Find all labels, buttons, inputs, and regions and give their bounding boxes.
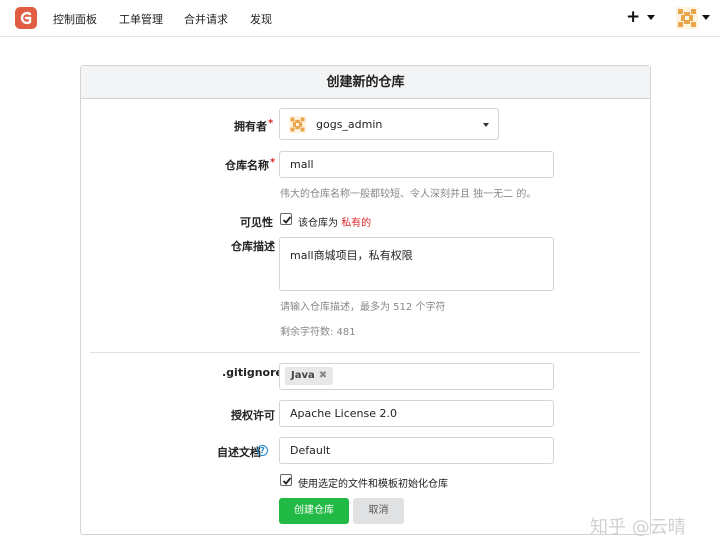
remove-tag-icon[interactable]: ✖ [319,370,327,381]
gogs-logo-icon[interactable] [14,6,38,30]
private-checkbox[interactable] [280,213,292,225]
visibility-text: 该仓库为 私有的 [298,218,372,229]
required-mark: * [270,157,276,168]
description-label: 仓库描述 [231,240,275,253]
help-question-icon[interactable]: ? [257,445,268,456]
repo-name-label: 仓库名称* [225,157,276,172]
nav-pull-requests[interactable]: 合并请求 [184,11,228,27]
gitignore-tag[interactable]: Java ✖ [285,367,334,385]
init-repo-checkbox[interactable] [280,474,292,486]
cancel-button[interactable]: 取消 [353,498,404,524]
owner-value: gogs_admin [316,118,383,131]
watermark: 知乎 @云晴 [590,517,686,538]
owner-label: 拥有者* [234,118,274,133]
repo-name-input[interactable]: mall [279,151,554,178]
owner-dropdown-icon [483,123,489,127]
license-select[interactable]: Apache License 2.0 [279,400,554,427]
visibility-label: 可见性 [240,216,273,229]
top-navbar: 控制面板 工单管理 合并请求 发现 + [0,0,720,37]
gitignore-tag-label: Java [291,370,315,381]
gitignore-label: .gitignore [222,366,283,379]
repo-name-value: mall [290,158,314,171]
license-value: Apache License 2.0 [290,407,397,420]
panel-title: 创建新的仓库 [81,66,650,99]
init-repo-label: 使用选定的文件和模板初始化仓库 [298,479,448,490]
nav-issues[interactable]: 工单管理 [119,11,163,27]
readme-select[interactable]: Default [279,437,554,464]
readme-label: 自述文档 [217,446,261,459]
license-label: 授权许可 [231,409,275,422]
user-menu-chevron-icon[interactable] [702,15,710,20]
section-divider [90,352,640,353]
create-dropdown-chevron-icon[interactable] [647,15,655,20]
checkmark-icon [282,477,292,485]
create-plus-button[interactable]: + [626,7,640,27]
checkmark-icon [282,216,292,224]
owner-avatar [289,116,306,133]
description-textarea[interactable]: mall商城项目，私有权限 [279,237,554,291]
owner-select[interactable]: gogs_admin [279,108,499,140]
user-avatar[interactable] [676,7,698,29]
repo-name-help: 伟大的仓库名称一般都较短、令人深刻并且 独一无二 的。 [280,189,537,200]
description-help: 请输入仓库描述，最多为 512 个字符 [280,302,446,313]
create-repo-button[interactable]: 创建仓库 [279,498,349,524]
remaining-chars: 剩余字符数: 481 [280,327,356,338]
nav-dashboard[interactable]: 控制面板 [53,11,97,27]
description-value: mall商城项目，私有权限 [290,249,413,262]
required-mark: * [268,118,274,129]
readme-value: Default [290,444,331,457]
nav-explore[interactable]: 发现 [250,11,272,27]
private-text: 私有的 [341,218,372,229]
